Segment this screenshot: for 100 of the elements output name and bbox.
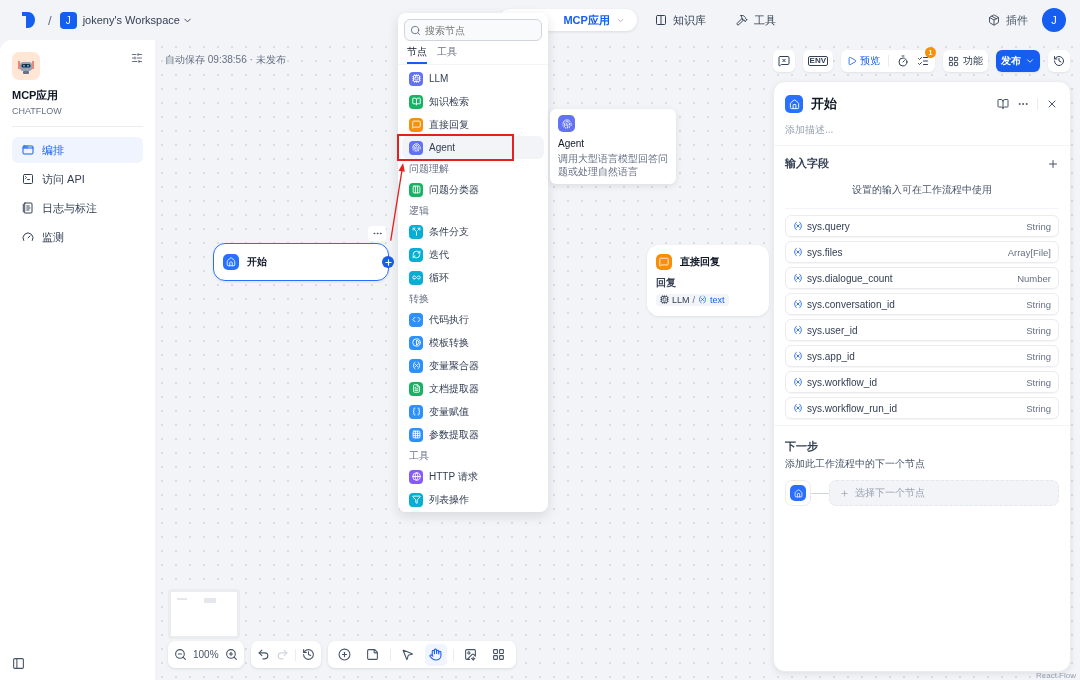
window-icon (22, 144, 34, 156)
node-option[interactable]: 代码执行 (402, 308, 544, 331)
book-icon[interactable] (997, 98, 1009, 110)
chevron-down-icon (1025, 56, 1035, 66)
close-icon[interactable] (1046, 98, 1058, 110)
chat-variable-button[interactable] (772, 50, 795, 72)
workspace-avatar: J (59, 11, 77, 29)
timer-icon (897, 55, 909, 67)
fingerprint-icon (558, 115, 575, 132)
variable-icon (793, 221, 803, 231)
variable-icon (793, 273, 803, 283)
node-option[interactable]: 问题分类器 (402, 178, 544, 201)
env-button[interactable]: ENV (802, 50, 833, 72)
variable-icon (793, 247, 803, 257)
gauge-icon (22, 231, 34, 243)
nav-tab[interactable]: 工具 (723, 9, 788, 31)
zoom-level[interactable]: 100% (193, 649, 219, 660)
group-heading: 转换 (408, 292, 430, 306)
node-option[interactable]: HTTP 请求 (402, 465, 544, 488)
variable-row: sys.conversation_id String (785, 293, 1059, 315)
search-field[interactable]: 搜索节点 (404, 19, 542, 41)
node-option[interactable]: 条件分支 (402, 220, 544, 243)
node-option[interactable]: 知识检索 (402, 90, 544, 113)
picker-tab[interactable]: 节点 (407, 45, 427, 64)
group-heading: 工具 (408, 449, 430, 463)
sidebar-item[interactable]: 访问 API (12, 166, 143, 192)
app-name: MCP应用 (12, 88, 60, 103)
preview-button[interactable]: 预览 (847, 54, 880, 68)
answer-node[interactable]: 直接回复 回复 LLM / text (647, 245, 769, 316)
node-option[interactable]: 模板转换 (402, 331, 544, 354)
node-option[interactable]: LLM (402, 67, 544, 90)
add-icon[interactable] (1047, 157, 1059, 170)
section-title: 下一步 (785, 440, 818, 452)
node-option[interactable]: 变量赋值 (402, 400, 544, 423)
robot-icon (12, 52, 40, 80)
node-option[interactable]: 循环 (402, 266, 544, 289)
field-label: 回复 (656, 276, 677, 290)
pointer-icon (401, 648, 415, 661)
cpu-icon (660, 295, 669, 304)
panel-title: 开始 (811, 95, 838, 113)
checklist-icon (917, 55, 929, 67)
variable-icon (793, 325, 803, 335)
history-icon[interactable] (301, 648, 315, 661)
group-heading: 问题理解 (408, 162, 450, 176)
picker-tab[interactable]: 工具 (437, 45, 457, 64)
node-option[interactable]: 文档提取器 (402, 377, 544, 400)
checklist-button[interactable] (917, 55, 929, 67)
sidebar-item[interactable]: 日志与标注 (12, 195, 143, 221)
node-option[interactable]: 变量聚合器 (402, 354, 544, 377)
home-icon (785, 95, 803, 113)
user-avatar[interactable]: J (1042, 8, 1066, 32)
chat-bubble-icon (656, 254, 672, 270)
tool-button[interactable] (424, 643, 447, 666)
history-button[interactable] (1048, 50, 1070, 72)
variable-chip: LLM / text (656, 293, 729, 306)
variable-row: sys.workflow_id String (785, 371, 1059, 393)
group-heading: 逻辑 (408, 204, 430, 218)
variable-row: sys.app_id String (785, 345, 1059, 367)
variable-icon (793, 299, 803, 309)
hammer-icon (735, 14, 748, 26)
chat-x-icon (777, 55, 790, 67)
undo-icon[interactable] (256, 648, 270, 661)
zoom-in-icon[interactable] (224, 648, 238, 661)
tooltip-title: Agent (558, 138, 586, 149)
plugins-link[interactable]: 插件 (988, 12, 1028, 28)
node-option[interactable]: 列表操作 (402, 488, 544, 511)
add-icon (338, 648, 352, 661)
sidebar-item[interactable]: 监测 (12, 224, 143, 250)
hint-text: 设置的输入可在工作流程中使用 (785, 171, 1059, 209)
image-export-icon (464, 648, 478, 661)
node-title: 开始 (247, 255, 267, 269)
workspace-name[interactable]: jokeny's Workspace (82, 14, 180, 26)
app-type: CHATFLOW (12, 106, 63, 116)
grid-icon (948, 55, 959, 67)
run-history-button[interactable] (897, 55, 909, 67)
variable-row: sys.query String (785, 215, 1059, 237)
history-icon (1053, 55, 1065, 67)
sidebar-item[interactable]: 编排 (12, 137, 143, 163)
tooltip-description: 调用大型语言模型回答问题或处理自然语言 (558, 152, 668, 178)
layout-icon (492, 648, 506, 661)
variable-row: sys.files Array[File] (785, 241, 1059, 263)
zoom-out-icon[interactable] (174, 648, 187, 661)
variable-icon (698, 295, 708, 304)
start-node[interactable]: 开始 (213, 243, 389, 281)
publish-button[interactable]: 发布 (996, 50, 1040, 72)
node-option[interactable]: 参数提取器 (402, 423, 544, 446)
panel-toggle-icon[interactable] (12, 657, 25, 670)
attribution: React Flow (1036, 671, 1076, 680)
settings-icon[interactable] (131, 52, 143, 64)
nav-tab[interactable]: 知识库 (642, 9, 718, 31)
features-button[interactable]: 功能 (943, 50, 988, 72)
node-option[interactable]: 迭代 (402, 243, 544, 266)
note-icon (366, 648, 380, 661)
breadcrumb-separator: / (48, 12, 52, 28)
book-icon (654, 14, 667, 26)
node-option[interactable]: Agent (402, 136, 544, 159)
variable-icon (793, 351, 803, 361)
plus-icon (840, 488, 849, 498)
node-option[interactable]: 直接回复 (402, 113, 544, 136)
variable-row: sys.workflow_run_id String (785, 397, 1059, 419)
